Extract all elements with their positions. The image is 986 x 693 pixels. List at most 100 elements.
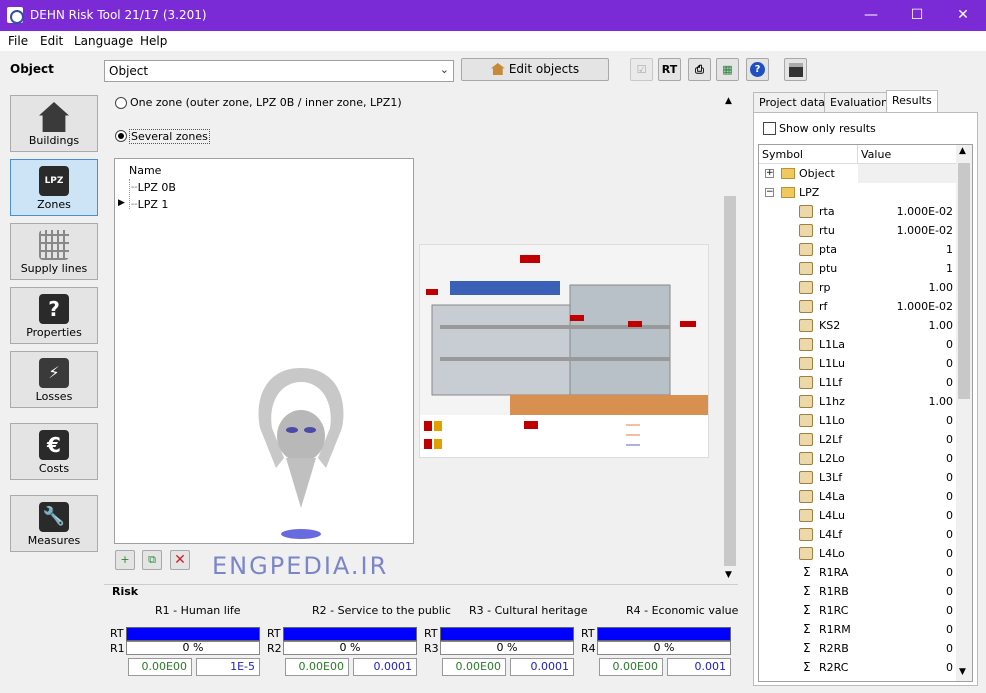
sidebar-costs[interactable]: € Costs (10, 423, 98, 480)
risk-tolerable-value: 0.0001 (510, 658, 574, 676)
table-row[interactable]: rtu 1.000E-02 (759, 221, 957, 240)
table-row[interactable]: L1Lo 0 (759, 411, 957, 430)
parameter-icon (799, 452, 813, 465)
expand-icon[interactable]: + (765, 169, 774, 178)
table-row[interactable]: rf 1.000E-02 (759, 297, 957, 316)
folder-icon (781, 187, 795, 198)
scroll-thumb[interactable] (958, 163, 970, 399)
row-value: 0 (946, 566, 953, 579)
menu-help[interactable]: Help (140, 34, 167, 48)
row-symbol: R1RC (819, 604, 849, 617)
table-row[interactable]: L4La 0 (759, 487, 957, 506)
grid-header: Symbol Value (759, 145, 957, 164)
show-only-results-checkbox[interactable] (763, 122, 776, 135)
risk-col-title: R1 - Human life (155, 604, 241, 617)
table-row[interactable]: pta 1 (759, 240, 957, 259)
table-row[interactable]: Σ R1RM 0 (759, 620, 957, 639)
table-row[interactable]: L1Lf 0 (759, 373, 957, 392)
sum-icon: Σ (803, 565, 811, 579)
row-value: 1 (946, 262, 953, 275)
save-button[interactable] (784, 58, 807, 81)
tree-folder-row[interactable]: + Object (759, 164, 957, 183)
object-combo[interactable]: Object ⌄ (104, 60, 454, 82)
list-item[interactable]: ╌LPZ 1 (131, 198, 168, 211)
table-row[interactable]: Σ R1RB 0 (759, 582, 957, 601)
table-row[interactable]: L3Lf 0 (759, 468, 957, 487)
row-symbol: L2Lo (819, 452, 845, 465)
radio-one-zone[interactable] (115, 97, 127, 109)
tree-line (129, 179, 130, 209)
row-symbol: rf (819, 300, 828, 313)
table-row[interactable]: Σ R2RC 0 (759, 658, 957, 677)
collapse-icon[interactable]: − (765, 188, 774, 197)
scroll-thumb[interactable] (724, 196, 736, 566)
object-combo-value: Object (109, 64, 149, 78)
risk-row-label: R1 (110, 642, 125, 655)
rt-label: RT (110, 627, 124, 640)
sidebar-measures[interactable]: 🔧 Measures (10, 495, 98, 552)
maximize-button[interactable]: ☐ (894, 0, 940, 31)
row-symbol: pta (819, 243, 838, 256)
list-item[interactable]: ╌LPZ 0B (131, 181, 176, 194)
sidebar-losses[interactable]: ⚡ Losses (10, 351, 98, 408)
chevron-down-icon: ⌄ (439, 63, 449, 76)
table-row[interactable]: KS2 1.00 (759, 316, 957, 335)
table-row[interactable]: Σ R1RA 0 (759, 563, 957, 582)
delete-zone-button[interactable]: ✕ (170, 550, 190, 570)
scroll-up-icon: ▲ (959, 146, 966, 156)
parameter-icon (799, 528, 813, 541)
tab-project-data[interactable]: Project data (753, 92, 831, 112)
menu-language[interactable]: Language (74, 34, 133, 48)
table-row[interactable]: L1hz 1.00 (759, 392, 957, 411)
menu-edit[interactable]: Edit (40, 34, 63, 48)
sum-icon: Σ (803, 584, 811, 598)
table-row[interactable]: ptu 1 (759, 259, 957, 278)
sidebar-zones[interactable]: LPZ Zones (10, 159, 98, 216)
sidebar-supply-lines[interactable]: Supply lines (10, 223, 98, 280)
table-row[interactable]: Σ R2RB 0 (759, 639, 957, 658)
several-zones-label: Several zones (129, 129, 210, 144)
sidebar-properties[interactable]: ? Properties (10, 287, 98, 344)
printer-icon: ⎙ (695, 63, 704, 76)
results-grid: Symbol Value + Object − LPZ rta 1.000E-02 rtu 1… (758, 144, 973, 682)
results-scrollbar[interactable]: ▲ ▼ (956, 145, 972, 681)
row-value: 0 (946, 357, 953, 370)
risk-row-label: R4 (581, 642, 596, 655)
rt-button[interactable]: RT (658, 58, 681, 81)
risk-row-label: R2 (267, 642, 282, 655)
table-row[interactable]: L1La 0 (759, 335, 957, 354)
table-row[interactable]: L1Lu 0 (759, 354, 957, 373)
tab-results[interactable]: Results (886, 90, 938, 112)
sidebar-buildings[interactable]: Buildings (10, 95, 98, 152)
tree-folder-row[interactable]: − LPZ (759, 183, 957, 202)
row-symbol: R2RB (819, 642, 849, 655)
minimize-button[interactable]: — (848, 0, 894, 31)
table-row[interactable]: rp 1.00 (759, 278, 957, 297)
check-icon-button[interactable]: ☑ (630, 58, 653, 81)
print-button[interactable]: ⎙ (688, 58, 711, 81)
help-button[interactable]: ? (746, 58, 769, 81)
table-row[interactable]: L4Lu 0 (759, 506, 957, 525)
table-row[interactable]: L4Lo 0 (759, 544, 957, 563)
add-zone-button[interactable]: + (115, 550, 135, 570)
risk-calculated-value: 0.00E00 (285, 658, 349, 676)
radio-several-zones[interactable] (115, 130, 127, 142)
row-value: 0 (946, 338, 953, 351)
row-symbol: LPZ (799, 186, 820, 199)
tab-evaluation[interactable]: Evaluation (824, 92, 895, 112)
parameter-icon (799, 547, 813, 560)
row-value: 0 (946, 585, 953, 598)
copy-zone-button[interactable]: ⧉ (142, 550, 162, 570)
sidebar-label: Measures (27, 534, 81, 547)
table-row[interactable]: L4Lf 0 (759, 525, 957, 544)
parameter-icon (799, 300, 813, 313)
table-row[interactable]: L2Lo 0 (759, 449, 957, 468)
menu-file[interactable]: File (8, 34, 28, 48)
edit-objects-button[interactable]: Edit objects (461, 58, 609, 81)
center-scrollbar[interactable]: ▲ ▼ (722, 96, 738, 582)
close-button[interactable]: ✕ (940, 0, 986, 31)
export-excel-button[interactable]: ▦ (716, 58, 739, 81)
table-row[interactable]: L2Lf 0 (759, 430, 957, 449)
table-row[interactable]: rta 1.000E-02 (759, 202, 957, 221)
table-row[interactable]: Σ R1RC 0 (759, 601, 957, 620)
